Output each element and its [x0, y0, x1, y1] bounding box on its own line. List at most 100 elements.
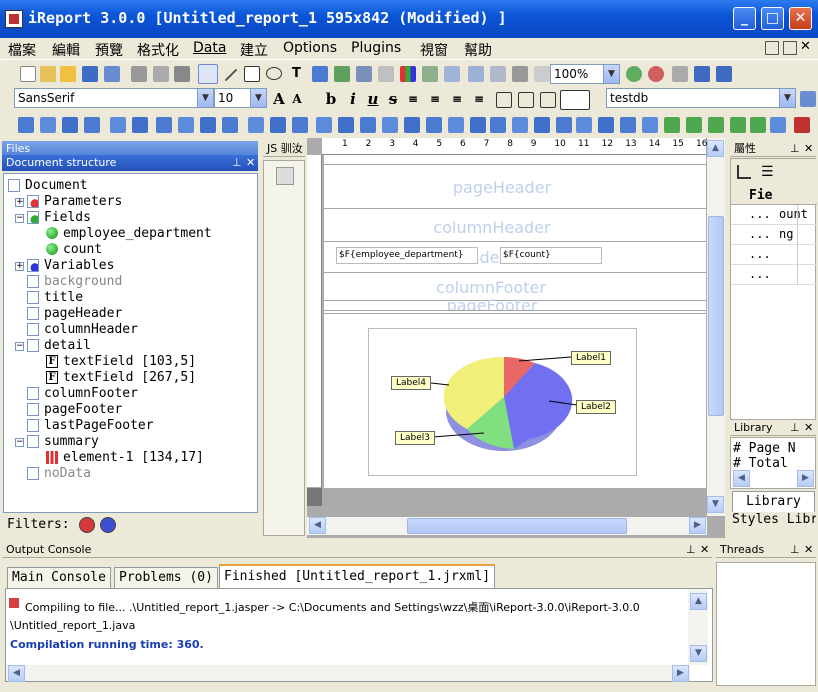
align-tool-icon[interactable] [360, 117, 376, 133]
chart-icon[interactable] [400, 66, 416, 82]
tree-item[interactable]: columnFooter [44, 386, 138, 402]
align-center-icon[interactable]: ≡ [448, 89, 466, 109]
align-tool-icon[interactable] [270, 117, 286, 133]
subreport-icon[interactable] [378, 66, 394, 82]
tree-item[interactable]: Fields [44, 210, 91, 226]
filter-blue-icon[interactable] [100, 517, 116, 533]
maximize-button[interactable]: □ [761, 7, 784, 30]
property-row[interactable]: ... [731, 245, 817, 265]
break-icon[interactable] [490, 66, 506, 82]
border-select[interactable] [560, 90, 590, 110]
tree-item[interactable]: Variables [44, 258, 114, 274]
tab-main-console[interactable]: Main Console [7, 567, 111, 588]
grow-font-icon[interactable]: A [270, 89, 288, 109]
menu-edit[interactable]: 編輯 [52, 40, 80, 60]
scroll-left-icon[interactable]: ◀ [733, 470, 750, 487]
zoom-select[interactable]: 100% ▼ [550, 64, 620, 84]
library-item[interactable]: # Page N [733, 441, 796, 456]
align-tool-icon[interactable] [292, 117, 308, 133]
menu-plugins[interactable]: Plugins [351, 40, 401, 56]
zoom-in-icon[interactable] [626, 66, 642, 82]
menu-preview[interactable]: 預覽 [95, 40, 123, 60]
ellipse-icon[interactable] [266, 67, 282, 80]
align-tool-icon[interactable] [470, 117, 486, 133]
tree-item[interactable]: pageHeader [44, 306, 122, 322]
align-tool-icon[interactable] [156, 117, 172, 133]
close-panel-icon[interactable]: ✕ [804, 141, 813, 157]
tab-problems[interactable]: Problems (0) [114, 567, 218, 588]
property-row[interactable]: ... ount [731, 205, 817, 225]
run-icon[interactable] [694, 66, 710, 82]
datasource-icon[interactable] [800, 91, 816, 107]
library-icon[interactable] [276, 167, 294, 185]
align-tool-icon[interactable] [642, 117, 658, 133]
pin-icon[interactable]: ⊥ [232, 155, 242, 171]
tree-item[interactable]: title [44, 290, 83, 306]
pie-chart-element[interactable]: Label1 Label2 Label3 Label4 [368, 328, 637, 476]
tree-item[interactable]: noData [44, 466, 91, 482]
tree-item[interactable]: count [63, 242, 102, 258]
cut-icon[interactable] [131, 66, 147, 82]
scroll-up-icon[interactable]: ▲ [690, 593, 707, 610]
align-tool-icon[interactable] [110, 117, 126, 133]
close-panel-icon[interactable]: ✕ [246, 155, 255, 171]
align-tool-icon[interactable] [534, 117, 550, 133]
align-tool-icon[interactable] [178, 117, 194, 133]
align-tool-icon[interactable] [664, 117, 680, 133]
valign-bottom-icon[interactable] [540, 92, 556, 108]
tree-item[interactable]: pageFooter [44, 402, 122, 418]
scroll-down-icon[interactable]: ▼ [707, 496, 724, 513]
wizard-icon[interactable] [40, 66, 56, 82]
save-icon[interactable] [82, 66, 98, 82]
zoom-out-icon[interactable] [648, 66, 664, 82]
scroll-right-icon[interactable]: ▶ [689, 517, 706, 534]
menu-data[interactable]: Data [193, 40, 226, 56]
scroll-left-icon[interactable]: ◀ [8, 665, 25, 682]
tree-item[interactable]: detail [44, 338, 91, 354]
scroll-right-icon[interactable]: ▶ [797, 470, 814, 487]
restore-icon[interactable] [765, 41, 779, 55]
tree-item[interactable]: element-1 [134,17] [63, 450, 204, 466]
pin-icon[interactable]: ⊥ [790, 141, 800, 157]
align-tool-icon[interactable] [512, 117, 528, 133]
align-tool-icon[interactable] [448, 117, 464, 133]
align-justify-icon[interactable]: ≡ [426, 89, 444, 109]
align-tool-icon[interactable] [426, 117, 442, 133]
pin-icon[interactable]: ⊥ [790, 420, 800, 436]
tree-item[interactable]: columnHeader [44, 322, 138, 338]
line-icon[interactable] [224, 68, 238, 82]
pointer-icon[interactable] [198, 64, 218, 84]
title-bar[interactable]: iReport 3.0.0 [Untitled_report_1 595x842… [0, 0, 818, 38]
expand-toggle-icon[interactable]: − [15, 342, 24, 351]
filter-red-icon[interactable] [79, 517, 95, 533]
bold-icon[interactable]: b [322, 89, 340, 109]
close-button[interactable]: ✕ [789, 7, 812, 30]
threads-panel-header[interactable]: Threads ⊥ ✕ [716, 542, 816, 558]
band-columnheader[interactable]: columnHeader [324, 218, 660, 237]
categorized-icon[interactable] [737, 165, 751, 179]
font-family-select[interactable]: SansSerif ▼ [14, 88, 214, 108]
scroll-left-icon[interactable]: ◀ [309, 517, 326, 534]
run-datasource-icon[interactable] [716, 66, 732, 82]
menu-help[interactable]: 幫助 [464, 40, 492, 60]
menu-format[interactable]: 格式化 [137, 40, 179, 60]
menu-build[interactable]: 建立 [240, 40, 268, 60]
doc-panel-header[interactable]: Document structure ⊥ ✕ [2, 155, 258, 171]
copy-icon[interactable] [153, 66, 169, 82]
tab-finished[interactable]: Finished [Untitled_report_1.jrxml] [219, 564, 496, 589]
align-tool-icon[interactable] [40, 117, 56, 133]
valign-middle-icon[interactable] [518, 92, 534, 108]
align-tool-icon[interactable] [84, 117, 100, 133]
designer-hscrollbar[interactable]: ◀ ▶ [307, 517, 707, 535]
database-icon[interactable] [534, 66, 550, 82]
align-tool-icon[interactable] [730, 117, 746, 133]
align-tool-icon[interactable] [222, 117, 238, 133]
tree-item[interactable]: summary [44, 434, 99, 450]
align-tool-icon[interactable] [200, 117, 216, 133]
align-tool-icon[interactable] [770, 117, 786, 133]
band-pageheader[interactable]: pageHeader [324, 178, 680, 197]
valign-top-icon[interactable] [496, 92, 512, 108]
band-pagefooter[interactable]: pageFooter [324, 296, 660, 310]
property-row[interactable]: ... ng [731, 225, 817, 245]
align-tool-icon[interactable] [686, 117, 702, 133]
